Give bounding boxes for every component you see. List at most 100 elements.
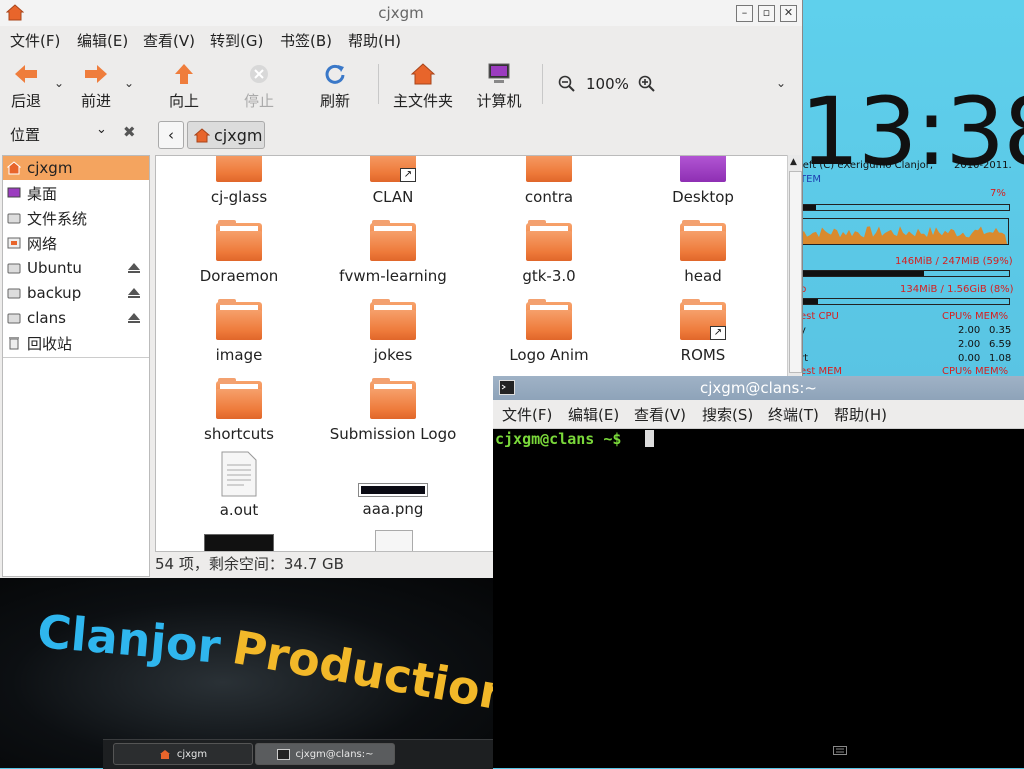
- refresh-button[interactable]: 刷新: [315, 60, 355, 111]
- eject-icon[interactable]: [127, 311, 141, 325]
- menu-view[interactable]: 查看(V): [143, 30, 195, 51]
- terminal-menu-search[interactable]: 搜索(S): [702, 404, 753, 425]
- sidebar-item-ubuntu[interactable]: Ubuntu: [3, 256, 149, 280]
- sidebar-item-trash[interactable]: 回收站: [3, 331, 149, 355]
- file-item[interactable]: Logo Anim: [474, 299, 624, 364]
- home-button[interactable]: 主文件夹: [390, 60, 456, 111]
- taskbar-item-terminal[interactable]: cjxgm@clans:~: [255, 743, 395, 765]
- terminal-menu-edit[interactable]: 编辑(E): [568, 404, 619, 425]
- file-name: Desktop: [672, 188, 734, 206]
- sidebar-item-label: 文件系统: [27, 209, 88, 228]
- file-manager-titlebar[interactable]: cjxgm – ▫ ✕: [0, 0, 802, 27]
- minimize-button[interactable]: –: [736, 5, 753, 22]
- menu-edit[interactable]: 编辑(E): [77, 30, 128, 51]
- file-item[interactable]: Doraemon: [164, 220, 314, 285]
- scrollbar-thumb[interactable]: [789, 171, 802, 373]
- forward-history-chevron-icon[interactable]: ⌄: [124, 76, 134, 90]
- menu-help[interactable]: 帮助(H): [348, 30, 401, 51]
- home-icon: [410, 63, 436, 85]
- back-history-chevron-icon[interactable]: ⌄: [54, 76, 64, 90]
- drive-icon: [7, 263, 21, 274]
- terminal-menubar: 文件(F) 编辑(E) 查看(V) 搜索(S) 终端(T) 帮助(H): [493, 400, 1024, 429]
- terminal-cursor: [645, 430, 654, 447]
- file-name: ROMS: [680, 346, 726, 364]
- scroll-up-icon[interactable]: ▲: [790, 157, 797, 167]
- file-item[interactable]: ↗ ROMS: [628, 299, 778, 364]
- sidebar-close-icon[interactable]: ✖: [123, 123, 136, 141]
- terminal-icon: [276, 748, 290, 760]
- folder-icon: [216, 299, 262, 340]
- path-button-label: cjxgm: [214, 125, 263, 145]
- sidebar-mode-chevron-icon[interactable]: ⌄: [96, 122, 107, 137]
- stop-button[interactable]: 停止: [239, 60, 279, 111]
- terminal-menu-file[interactable]: 文件(F): [502, 404, 552, 425]
- file-name: gtk-3.0: [522, 267, 576, 285]
- folder-icon: [680, 220, 726, 261]
- file-item[interactable]: Desktop: [628, 156, 778, 206]
- file-item[interactable]: a.out: [164, 451, 314, 519]
- status-bar: 54 项，剩余空间：34.7 GB: [155, 555, 344, 573]
- zoom-out-icon[interactable]: [558, 75, 576, 93]
- folder-icon: [216, 220, 262, 261]
- conky-cpu-graph: [800, 218, 1009, 245]
- stop-icon: [250, 65, 268, 83]
- forward-button[interactable]: 前进: [76, 60, 116, 111]
- file-item[interactable]: gtk-3.0: [474, 220, 624, 285]
- file-item[interactable]: jokes: [318, 299, 468, 364]
- sidebar-item-label: 回收站: [27, 334, 73, 353]
- maximize-button[interactable]: ▫: [758, 5, 775, 22]
- terminal-menu-terminal[interactable]: 终端(T): [768, 404, 819, 425]
- eject-icon[interactable]: [127, 286, 141, 300]
- file-item[interactable]: contra: [474, 156, 624, 206]
- folder-icon: [526, 299, 572, 340]
- close-button[interactable]: ✕: [780, 5, 797, 22]
- sidebar-item-network[interactable]: 网络: [3, 231, 149, 255]
- back-arrow-icon: [15, 65, 37, 83]
- file-item[interactable]: fvwm-learning: [318, 220, 468, 285]
- up-button[interactable]: 向上: [164, 60, 204, 111]
- path-back-button[interactable]: ‹: [158, 121, 184, 149]
- file-name: contra: [524, 188, 574, 206]
- file-item[interactable]: shortcuts: [164, 378, 314, 443]
- file-item[interactable]: Submission Logo: [318, 378, 468, 443]
- conky-cpu-mem-header: CPU% MEM%: [942, 311, 1009, 322]
- file-item[interactable]: image: [164, 299, 314, 364]
- image-file-icon: [358, 483, 428, 497]
- folder-icon: [370, 220, 416, 261]
- toolbar-overflow-chevron-icon[interactable]: ⌄: [776, 76, 786, 90]
- keyboard-icon[interactable]: [833, 744, 847, 756]
- file-name: Doraemon: [199, 267, 279, 285]
- menu-file[interactable]: 文件(F): [10, 30, 60, 51]
- location-bar: 位置 ⌄ ✖ ‹ cjxgm: [0, 114, 802, 154]
- file-item[interactable]: head: [628, 220, 778, 285]
- file-item[interactable]: ↗ CLAN: [318, 156, 468, 206]
- conky-system-label: TEM: [800, 174, 822, 185]
- terminal-menu-help[interactable]: 帮助(H): [834, 404, 887, 425]
- sidebar-item-home[interactable]: cjxgm: [3, 156, 149, 180]
- file-item[interactable]: aaa.png: [318, 483, 468, 518]
- computer-button[interactable]: 计算机: [474, 60, 524, 111]
- zoom-in-icon[interactable]: [638, 75, 656, 93]
- file-name: a.out: [219, 501, 259, 519]
- sidebar-item-backup[interactable]: backup: [3, 281, 149, 305]
- back-button[interactable]: 后退: [6, 60, 46, 111]
- menu-go[interactable]: 转到(G): [210, 30, 263, 51]
- eject-icon[interactable]: [127, 261, 141, 275]
- window-title: cjxgm: [378, 4, 424, 22]
- menubar: 文件(F) 编辑(E) 查看(V) 转到(G) 书签(B) 帮助(H): [0, 26, 802, 52]
- path-button-home[interactable]: cjxgm: [187, 121, 265, 149]
- menu-bookmarks[interactable]: 书签(B): [280, 30, 332, 51]
- image-thumbnail[interactable]: [204, 534, 274, 551]
- conky-top-cpu-header: est CPU: [800, 311, 839, 322]
- terminal-output[interactable]: cjxgm@clans ~$: [493, 429, 1024, 768]
- forward-label: 前进: [80, 92, 111, 110]
- text-file-icon[interactable]: [375, 530, 413, 551]
- sidebar-item-desktop[interactable]: 桌面: [3, 181, 149, 205]
- file-item[interactable]: cj-glass: [164, 156, 314, 206]
- folder-icon: [526, 156, 572, 182]
- sidebar-item-clans[interactable]: clans: [3, 306, 149, 330]
- taskbar-item-file-manager[interactable]: cjxgm: [113, 743, 253, 765]
- terminal-titlebar[interactable]: cjxgm@clans:~: [493, 376, 1024, 400]
- terminal-menu-view[interactable]: 查看(V): [634, 404, 686, 425]
- sidebar-item-filesystem[interactable]: 文件系统: [3, 206, 149, 230]
